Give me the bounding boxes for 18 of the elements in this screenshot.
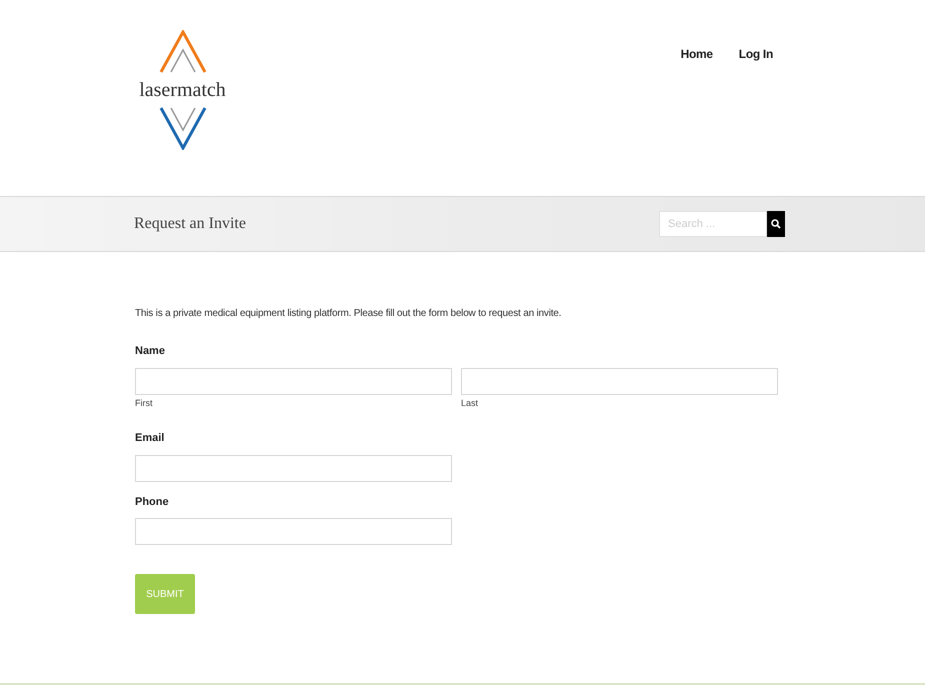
nav-link[interactable]: Log In — [738, 45, 773, 63]
sublabel: First — [135, 396, 154, 410]
nav-link[interactable]: Home — [680, 45, 713, 63]
logo-top-icon — [158, 30, 206, 74]
field-label: Email — [135, 431, 166, 446]
page-title: Request an Invite — [134, 214, 246, 234]
logo-text: lasermatch — [139, 80, 226, 100]
input-field[interactable] — [135, 454, 452, 482]
search-button[interactable] — [767, 211, 785, 237]
field-label: Name — [135, 344, 166, 359]
input-field[interactable] — [135, 368, 452, 394]
logo-bottom-icon — [158, 106, 206, 150]
search-icon — [771, 219, 781, 229]
input-field[interactable] — [461, 368, 778, 394]
sublabel: Last — [461, 396, 480, 410]
field-label: Phone — [135, 494, 170, 510]
intro-text: This is a private medical equipment listing platform. Please fill out the form below to request an invite. — [135, 307, 562, 321]
input-field[interactable] — [135, 518, 452, 545]
